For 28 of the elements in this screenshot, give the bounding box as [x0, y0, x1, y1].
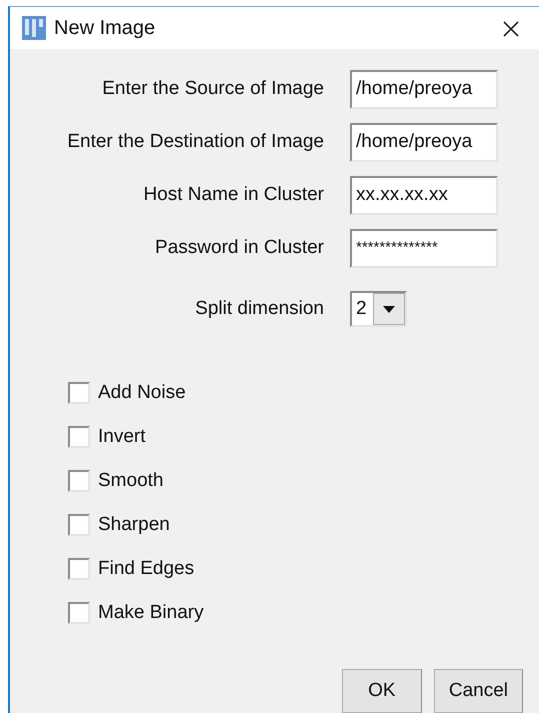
checkbox-label: Find Edges — [98, 556, 194, 581]
checkbox-label: Smooth — [98, 468, 164, 493]
cancel-button[interactable]: Cancel — [434, 669, 523, 713]
checkbox[interactable] — [68, 558, 90, 580]
field-label: Password in Cluster — [154, 236, 325, 260]
input-field[interactable]: /home/preoya — [350, 123, 498, 162]
field-label: Enter the Destination of Image — [66, 130, 325, 154]
ok-button[interactable]: OK — [342, 669, 422, 713]
caret-icon — [382, 306, 395, 312]
checkbox-label: Invert — [98, 424, 146, 449]
checkbox-label: Add Noise — [98, 380, 186, 405]
checkbox[interactable] — [68, 514, 90, 536]
checkbox[interactable] — [68, 470, 90, 492]
checkbox[interactable] — [68, 602, 90, 624]
input-field[interactable]: xx.xx.xx.xx — [350, 176, 498, 215]
close-icon — [503, 21, 519, 38]
split-dropdown[interactable]: 2 — [350, 291, 407, 327]
input-field[interactable]: /home/preoya — [350, 70, 498, 109]
field-label: Host Name in Cluster — [142, 183, 325, 208]
split-label: Split dimension — [194, 296, 325, 321]
checkbox-label: Make Binary — [98, 600, 204, 625]
checkbox-label: Sharpen — [98, 512, 170, 537]
checkbox[interactable] — [68, 382, 90, 404]
window-title: New Image — [54, 16, 156, 41]
checkbox[interactable] — [68, 426, 90, 448]
app-icon — [22, 15, 46, 41]
field-label: Enter the Source of Image — [101, 77, 325, 102]
input-field[interactable]: ************** — [350, 229, 498, 268]
